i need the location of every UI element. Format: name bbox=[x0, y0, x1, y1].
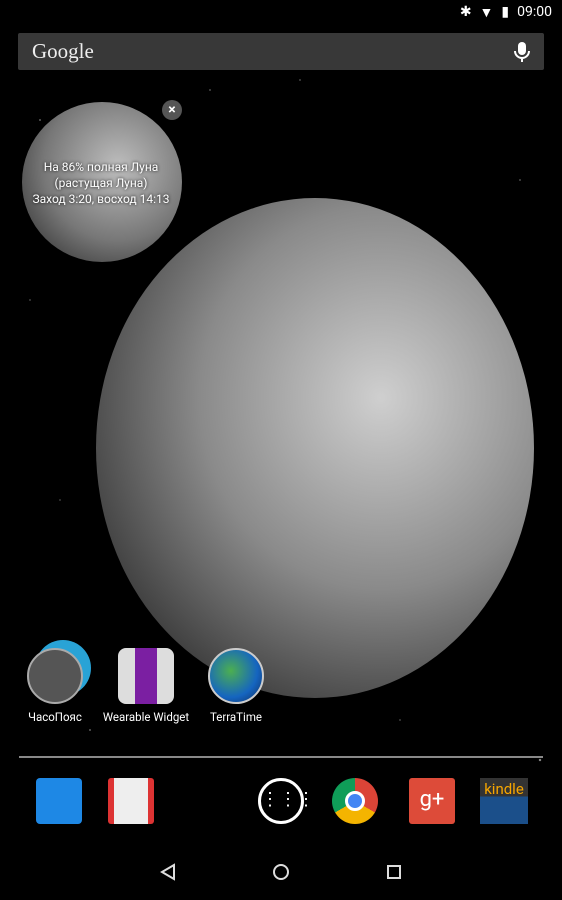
gmail-icon[interactable] bbox=[108, 778, 154, 824]
globe-icon bbox=[208, 648, 264, 704]
google-search-bar[interactable]: Google bbox=[18, 33, 544, 70]
hexagon-icon bbox=[118, 648, 174, 704]
recents-icon[interactable] bbox=[385, 863, 403, 881]
moon-state: (растущая Луна) bbox=[54, 176, 148, 190]
mic-icon[interactable] bbox=[514, 41, 530, 63]
contacts-icon[interactable] bbox=[36, 778, 82, 824]
battery-icon: ▮ bbox=[501, 4, 510, 20]
moon-widget-text[interactable]: На 86% полная Луна (растущая Луна) Заход… bbox=[0, 159, 202, 207]
app-chasopoyas[interactable]: ЧасоПояс bbox=[10, 648, 100, 724]
app-label: Wearable Widget bbox=[102, 710, 190, 724]
clock-icon bbox=[27, 648, 83, 704]
app-terratime[interactable]: TerraTime bbox=[191, 648, 281, 724]
chrome-icon[interactable] bbox=[332, 778, 378, 824]
google-logo: Google bbox=[32, 39, 94, 63]
moon-phase: На 86% полная Луна bbox=[43, 160, 159, 174]
google-plus-icon[interactable]: g+ bbox=[409, 778, 455, 824]
bluetooth-icon: ✱ bbox=[459, 4, 472, 20]
moon-wallpaper bbox=[96, 198, 534, 698]
dock: ⋮⋮⋮ g+ kindle bbox=[0, 778, 562, 828]
dock-divider bbox=[19, 756, 543, 758]
app-label: TerraTime bbox=[209, 710, 263, 724]
back-icon[interactable] bbox=[159, 863, 177, 881]
status-bar: ✱ ▼ ▮ 09:00 bbox=[0, 0, 562, 24]
close-icon[interactable]: × bbox=[162, 100, 182, 120]
moon-times: Заход 3:20, восход 14:13 bbox=[32, 192, 170, 206]
navigation-bar bbox=[0, 844, 562, 900]
app-wearable-widget[interactable]: Wearable Widget bbox=[101, 648, 191, 724]
app-drawer-icon[interactable]: ⋮⋮⋮ bbox=[258, 778, 315, 824]
wifi-icon: ▼ bbox=[479, 4, 494, 21]
clock: 09:00 bbox=[517, 4, 552, 20]
home-icon[interactable] bbox=[272, 863, 290, 881]
app-label: ЧасоПояс bbox=[28, 710, 82, 724]
kindle-icon[interactable]: kindle bbox=[480, 778, 528, 824]
